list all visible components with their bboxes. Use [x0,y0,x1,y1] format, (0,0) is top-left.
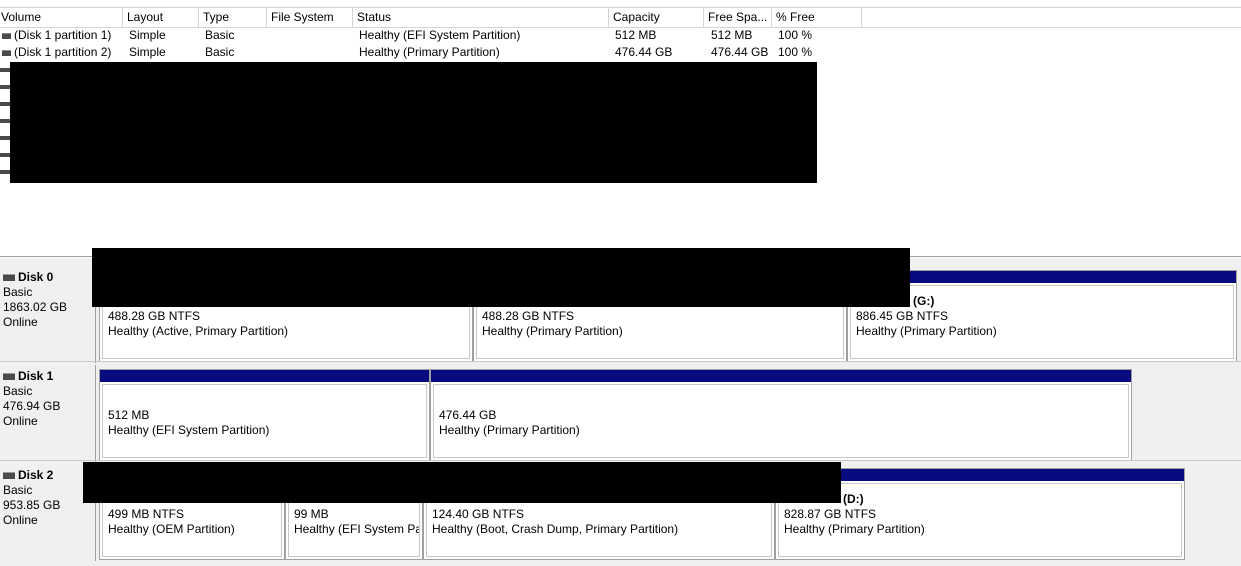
disk-state: Online [3,315,38,329]
column-header-percent-free[interactable]: % Free [772,8,862,27]
table-row[interactable]: (Disk 1 partition 1) Simple Basic Health… [0,27,820,44]
volume-icon [2,32,11,39]
partition-size: 476.44 GB [439,408,497,422]
volume-letter: (G:) [913,294,935,308]
divider [0,460,1241,461]
partition-size: 828.87 GB NTFS [784,507,877,521]
partition-status: Healthy (Primary Partition) [482,324,623,338]
disk-icon [3,274,15,282]
disk-name: Disk 0 [18,270,54,284]
layout-cell: Simple [129,28,166,42]
volume-icon [0,68,10,72]
volume-icon [2,49,11,56]
free-space-cell: 512 MB [711,28,753,42]
disk-name: Disk 2 [18,468,54,482]
partition-block[interactable]: 512 MB Healthy (EFI System Partition) [99,369,430,461]
column-header-capacity[interactable]: Capacity [609,8,704,27]
partition-block[interactable]: 476.44 GB Healthy (Primary Partition) [430,369,1132,461]
percent-free-cell: 100 % [778,45,813,59]
volume-icon [0,136,10,140]
volume-icon [0,85,10,89]
partition-status: Healthy (Primary Partition) [439,423,580,437]
layout-cell: Simple [129,45,166,59]
volume-cell: (Disk 1 partition 1) [0,27,123,44]
volume-list[interactable]: Volume Layout Type File System Status Ca… [0,0,1241,257]
partition-status: Healthy (Primary Partition) [784,522,925,536]
disk-size: 1863.02 GB [3,300,68,314]
status-cell: Healthy (EFI System Partition) [359,28,521,42]
partition-status: Healthy (Boot, Crash Dump, Primary Parti… [432,522,679,536]
partition-size: 886.45 GB NTFS [856,309,949,323]
disk-type: Basic [3,483,33,497]
partition-status: Healthy (Primary Partition) [856,324,997,338]
redaction-box [83,462,841,503]
column-header-layout[interactable]: Layout [123,8,199,27]
disk-icon [3,373,15,381]
partition-size: 512 MB [108,408,150,422]
disk-label[interactable]: Disk 0 Basic 1863.02 GB Online [0,266,96,363]
volume-letter: (D:) [843,492,864,506]
partition-bar [431,370,1131,383]
redaction-box [92,248,910,307]
disk-type: Basic [3,384,33,398]
free-space-cell: 476.44 GB [711,45,769,59]
column-header-status[interactable]: Status [353,8,609,27]
redaction-box [10,62,817,183]
disk-label[interactable]: Disk 2 Basic 953.85 GB Online [0,464,96,561]
partition-status: Healthy (EFI System Par [294,522,420,536]
column-header-volume[interactable]: Volume [0,8,123,27]
disk-state: Online [3,414,38,428]
partition-status: Healthy (Active, Primary Partition) [108,324,289,338]
partition-status: Healthy (OEM Partition) [108,522,235,536]
partition-size: 488.28 GB NTFS [482,309,575,323]
capacity-cell: 512 MB [615,28,657,42]
disk-icon [3,472,15,480]
partition-size: 99 MB [294,507,329,521]
disk-size: 953.85 GB [3,498,61,512]
type-cell: Basic [205,45,235,59]
volume-icon [0,170,10,174]
partition-size: 488.28 GB NTFS [108,309,201,323]
disk-state: Online [3,513,38,527]
capacity-cell: 476.44 GB [615,45,673,59]
type-cell: Basic [205,28,235,42]
partition-bar [100,370,429,383]
volume-icon [0,102,10,106]
column-header-filesystem[interactable]: File System [267,8,353,27]
volume-icon [0,153,10,157]
disk-type: Basic [3,285,33,299]
partition-status: Healthy (EFI System Partition) [108,423,270,437]
column-header-free-space[interactable]: Free Spa... [704,8,772,27]
status-cell: Healthy (Primary Partition) [359,45,500,59]
disk-size: 476.94 GB [3,399,61,413]
table-row[interactable]: (Disk 1 partition 2) Simple Basic Health… [0,44,820,61]
partition-size: 124.40 GB NTFS [432,507,525,521]
disk-row-1: Disk 1 Basic 476.94 GB Online 512 MB Heal… [0,365,1241,464]
percent-free-cell: 100 % [778,28,813,42]
column-header-row: Volume Layout Type File System Status Ca… [0,7,1241,28]
disk-name: Disk 1 [18,369,54,383]
disk-label[interactable]: Disk 1 Basic 476.94 GB Online [0,365,96,462]
divider [0,361,1241,362]
volume-icon [0,119,10,123]
volume-cell: (Disk 1 partition 2) [0,44,123,61]
partition-size: 499 MB NTFS [108,507,185,521]
column-header-type[interactable]: Type [199,8,267,27]
